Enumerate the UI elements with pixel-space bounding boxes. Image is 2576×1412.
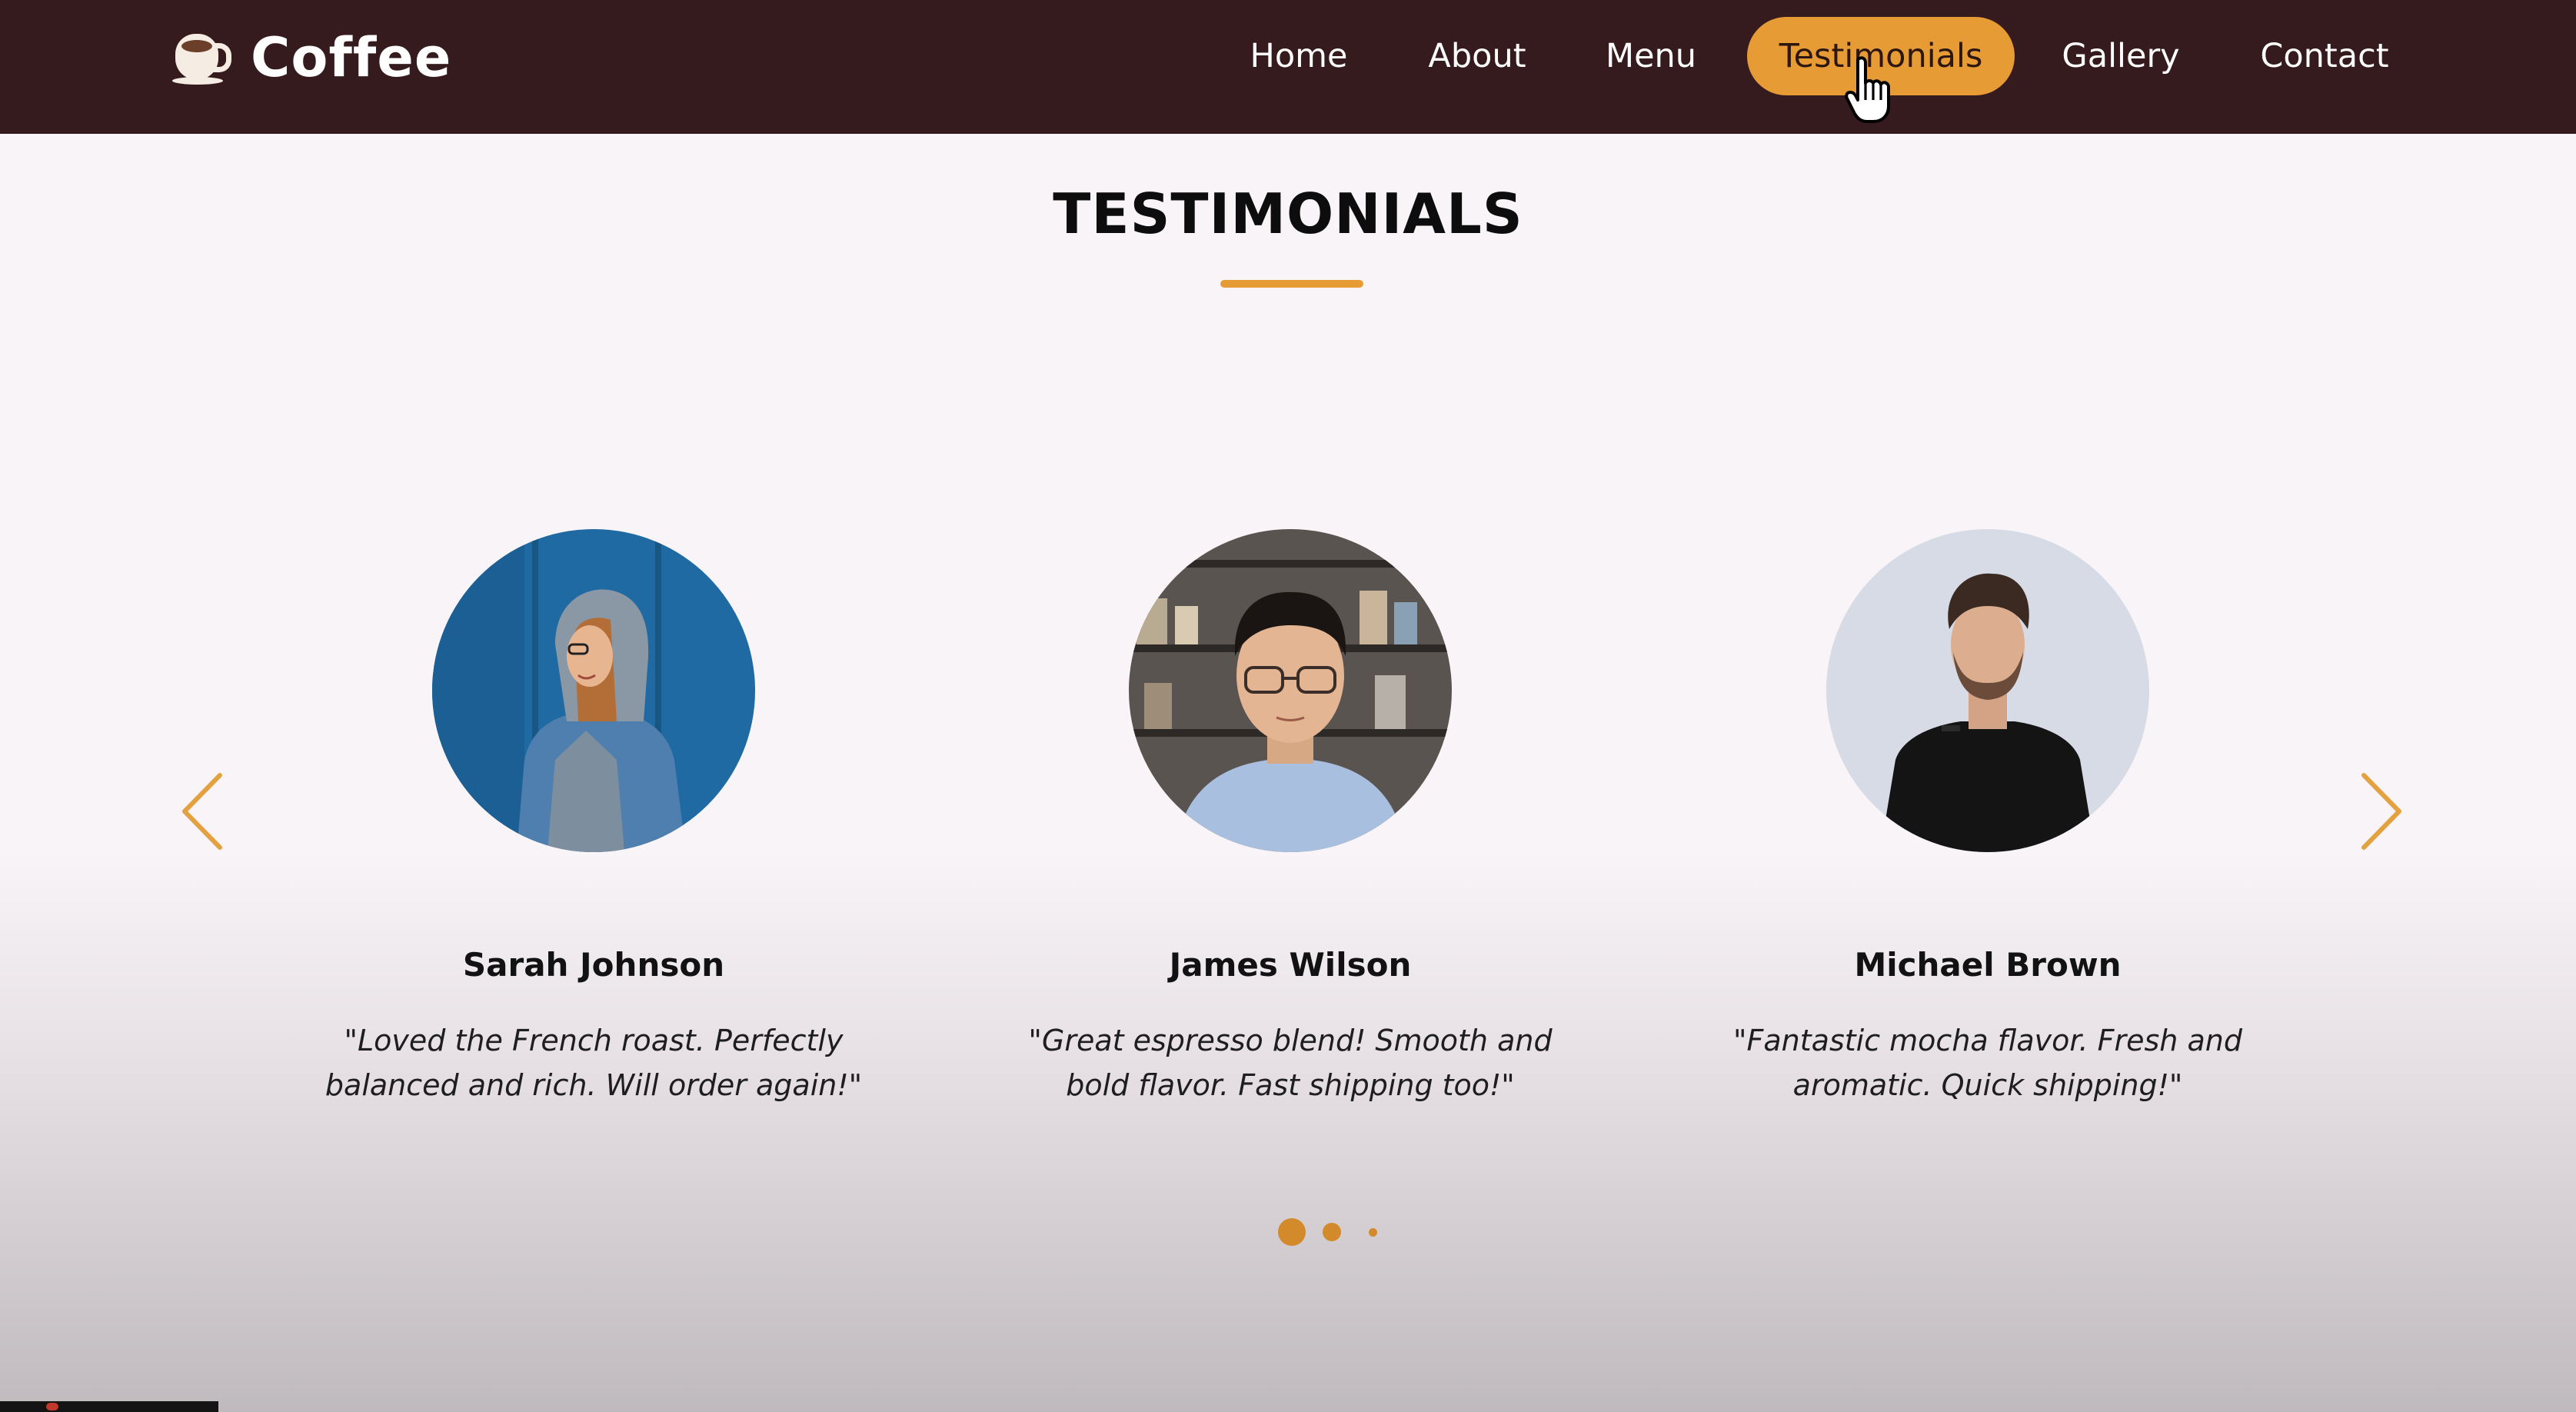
nav-link-menu[interactable]: Menu — [1598, 32, 1704, 80]
brand-logo[interactable]: Coffee — [172, 26, 451, 89]
brand-name: Coffee — [251, 26, 452, 89]
quote-line: balanced and rich. Will order again!" — [324, 1068, 863, 1102]
quote-line: "Great espresso blend! Smooth and — [1028, 1024, 1553, 1057]
quote-line: "Fantastic mocha flavor. Fresh and — [1733, 1024, 2242, 1057]
avatar — [1129, 529, 1452, 852]
title-underline — [1220, 280, 1363, 288]
coffee-cup-icon — [172, 26, 231, 89]
carousel-dot-active[interactable] — [1278, 1218, 1306, 1246]
carousel-dot[interactable] — [1369, 1228, 1377, 1237]
nav-link-home[interactable]: Home — [1241, 32, 1356, 80]
quote-line: bold flavor. Fast shipping too!" — [1066, 1068, 1515, 1102]
avatar — [1826, 529, 2149, 852]
record-indicator-icon — [46, 1403, 58, 1410]
testimonial-name: Sarah Johnson — [462, 946, 725, 984]
hand-pointer-cursor-icon — [1845, 56, 1890, 123]
testimonial-quote: "Loved the French roast. Perfectly balan… — [317, 1018, 870, 1107]
nav-link-about[interactable]: About — [1418, 32, 1536, 80]
testimonial-quote: "Great espresso blend! Smooth and bold f… — [1013, 1018, 1567, 1107]
quote-line: aromatic. Quick shipping!" — [1792, 1068, 2183, 1102]
section-title: TESTIMONIALS — [1053, 181, 1523, 246]
testimonial-quote: "Fantastic mocha flavor. Fresh and aroma… — [1711, 1018, 2265, 1107]
quote-line: "Loved the French roast. Perfectly — [344, 1024, 844, 1057]
chevron-right-icon[interactable] — [2353, 769, 2407, 854]
testimonial-name: James Wilson — [1169, 946, 1412, 984]
nav-link-gallery[interactable]: Gallery — [2052, 32, 2190, 80]
chevron-left-icon[interactable] — [177, 769, 231, 854]
top-navbar: Coffee Home About Menu Testimonials Gall… — [0, 0, 2576, 134]
avatar — [432, 529, 755, 852]
carousel-dot[interactable] — [1323, 1223, 1341, 1241]
nav-link-contact[interactable]: Contact — [2252, 32, 2398, 80]
testimonial-name: Michael Brown — [1854, 946, 2122, 984]
recording-bar — [0, 1401, 218, 1412]
